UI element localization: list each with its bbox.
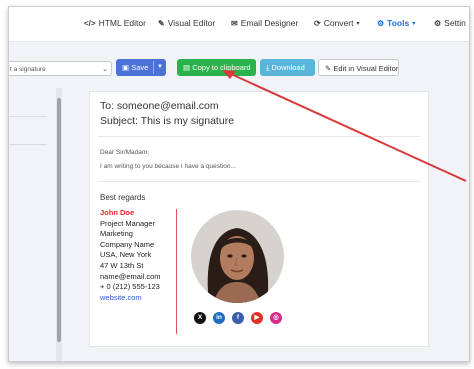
x-icon[interactable]: X xyxy=(194,312,206,324)
instagram-icon[interactable]: ◎ xyxy=(270,312,282,324)
signature-divider xyxy=(176,209,177,334)
nav-settings[interactable]: ⚙ Settin xyxy=(434,18,466,28)
edit-icon: ✎ xyxy=(158,18,165,28)
sync-icon: ⟳ xyxy=(314,18,321,28)
download-icon: ⤓ xyxy=(266,63,270,72)
caret-down-icon: ▾ xyxy=(412,20,416,27)
signature-website-link[interactable]: website.com xyxy=(100,293,161,304)
code-icon: </> xyxy=(84,18,96,28)
email-to: To: someone@email.com xyxy=(100,100,219,112)
save-icon: ▣ xyxy=(122,63,130,72)
caret-down-icon[interactable]: ▼ xyxy=(157,59,163,76)
download-button[interactable]: ⤓ Download xyxy=(260,59,315,76)
email-subject: Subject: This is my signature xyxy=(100,115,235,127)
signature-name: John Doe xyxy=(100,208,135,217)
nav-visual-editor[interactable]: ✎ Visual Editor xyxy=(158,18,215,28)
edit-icon: ✎ xyxy=(325,64,332,73)
chevron-down-icon: ⌄ xyxy=(102,66,108,73)
email-regards: Best regards xyxy=(100,193,146,202)
profile-photo xyxy=(191,210,284,303)
save-button[interactable]: ▣ Save ▼ xyxy=(116,59,166,76)
youtube-icon[interactable]: ▶ xyxy=(251,312,263,324)
nav-html-editor[interactable]: </> HTML Editor xyxy=(84,18,146,28)
linkedin-icon[interactable]: in xyxy=(213,312,225,324)
left-panel xyxy=(9,88,56,361)
signature-location: USA, New York xyxy=(100,250,152,260)
envelope-icon: ✉ xyxy=(231,18,238,28)
app-window: </> HTML Editor ✎ Visual Editor ✉ Email … xyxy=(8,6,470,362)
clipboard-icon: ▤ xyxy=(183,63,191,72)
email-greeting: Dear Sir/Madam, xyxy=(100,149,150,156)
gear-icon: ⚙ xyxy=(434,18,442,28)
signature-email[interactable]: name@email.com xyxy=(100,272,161,283)
email-body: I am writing to you because I have a que… xyxy=(100,163,236,170)
scrollbar-thumb[interactable] xyxy=(57,98,61,342)
nav-email-designer[interactable]: ✉ Email Designer xyxy=(231,18,298,28)
nav-tools[interactable]: ⚙ Tools ▾ xyxy=(377,18,415,28)
signature-street: 47 W 13th St xyxy=(100,260,144,270)
caret-down-icon: ▾ xyxy=(356,20,360,27)
top-navigation: </> HTML Editor ✎ Visual Editor ✉ Email … xyxy=(9,7,469,42)
edit-in-visual-editor-button[interactable]: ✎ Edit in Visual Editor xyxy=(318,59,399,76)
signature-phone: + 0 (212) 555-123 xyxy=(100,282,160,292)
email-preview: To: someone@email.com Subject: This is m… xyxy=(89,91,429,347)
signature-select[interactable]: t a signature ⌄ xyxy=(9,61,112,76)
facebook-icon[interactable]: f xyxy=(232,312,244,324)
nav-convert[interactable]: ⟳ Convert ▾ xyxy=(314,18,359,28)
signature-details: John Doe Project Manager Marketing Compa… xyxy=(100,208,161,303)
divider xyxy=(98,181,420,182)
divider xyxy=(98,136,420,137)
signature-department: Marketing xyxy=(100,229,133,239)
signature-company: Company Name xyxy=(100,239,155,249)
signature-title: Project Manager xyxy=(100,218,156,228)
gears-icon: ⚙ xyxy=(377,18,385,28)
copy-to-clipboard-button[interactable]: ▤ Copy to clipboard xyxy=(177,59,256,76)
